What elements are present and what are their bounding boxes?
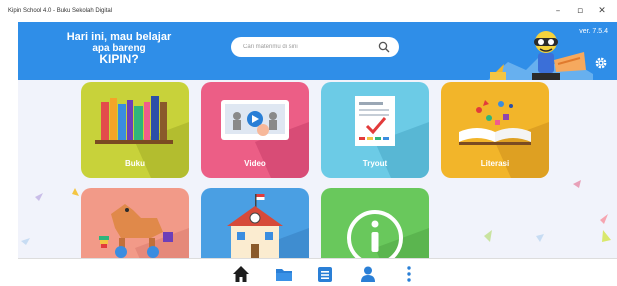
kipin-mascot-illustration: [488, 31, 593, 80]
search-icon[interactable]: [378, 41, 390, 53]
search-input[interactable]: [243, 44, 373, 50]
tile-label: Tryout: [362, 159, 388, 168]
profile-icon: [361, 266, 375, 282]
info-icon: [347, 210, 429, 258]
title-bar: Kipin School 4.0 - Buku Sekolah Digital …: [0, 0, 617, 22]
tile-video[interactable]: Video: [201, 82, 309, 178]
school-building-icon: [227, 194, 309, 258]
minimize-button[interactable]: –: [547, 0, 569, 22]
tile-info[interactable]: [321, 188, 429, 258]
close-button[interactable]: ✕: [591, 0, 613, 22]
tile-label: Buku: [125, 159, 145, 168]
tile-toys[interactable]: [81, 188, 189, 258]
tile-label: Video: [244, 159, 266, 168]
tile-buku[interactable]: Buku: [81, 82, 189, 178]
list-icon: [318, 267, 332, 282]
greeting-line-1: Hari ini, mau belajar: [66, 31, 172, 43]
app-window: Kipin School 4.0 - Buku Sekolah Digital …: [0, 0, 617, 286]
greeting-text: Hari ini, mau belajar apa bareng KIPIN?: [44, 31, 194, 66]
nav-folder-button[interactable]: [275, 265, 293, 283]
tile-school[interactable]: [201, 188, 309, 258]
window-title: Kipin School 4.0 - Buku Sekolah Digital: [8, 8, 113, 14]
window-controls: – ▫ ✕: [547, 0, 613, 22]
tile-tryout[interactable]: Tryout: [321, 82, 429, 178]
bottom-navigation: [18, 258, 617, 286]
toy-horse-icon: [99, 204, 189, 258]
maximize-button[interactable]: ▫: [569, 0, 591, 22]
folder-icon: [276, 269, 292, 281]
nav-more-button[interactable]: [400, 265, 418, 283]
tile-literasi[interactable]: Literasi: [441, 82, 549, 178]
menu-content-area: Buku Video Tryout Literasi: [18, 80, 617, 258]
nav-profile-button[interactable]: [359, 265, 377, 283]
nav-list-button[interactable]: [316, 265, 334, 283]
search-bar[interactable]: [231, 37, 399, 57]
tile-label: Literasi: [480, 159, 510, 168]
home-icon: [233, 266, 249, 282]
more-vertical-icon: [407, 266, 411, 282]
settings-gear-icon[interactable]: [594, 56, 608, 70]
greeting-line-3: KIPIN?: [99, 52, 139, 66]
nav-home-button[interactable]: [232, 265, 250, 283]
header-banner: Hari ini, mau belajar apa bareng KIPIN? …: [18, 22, 617, 80]
